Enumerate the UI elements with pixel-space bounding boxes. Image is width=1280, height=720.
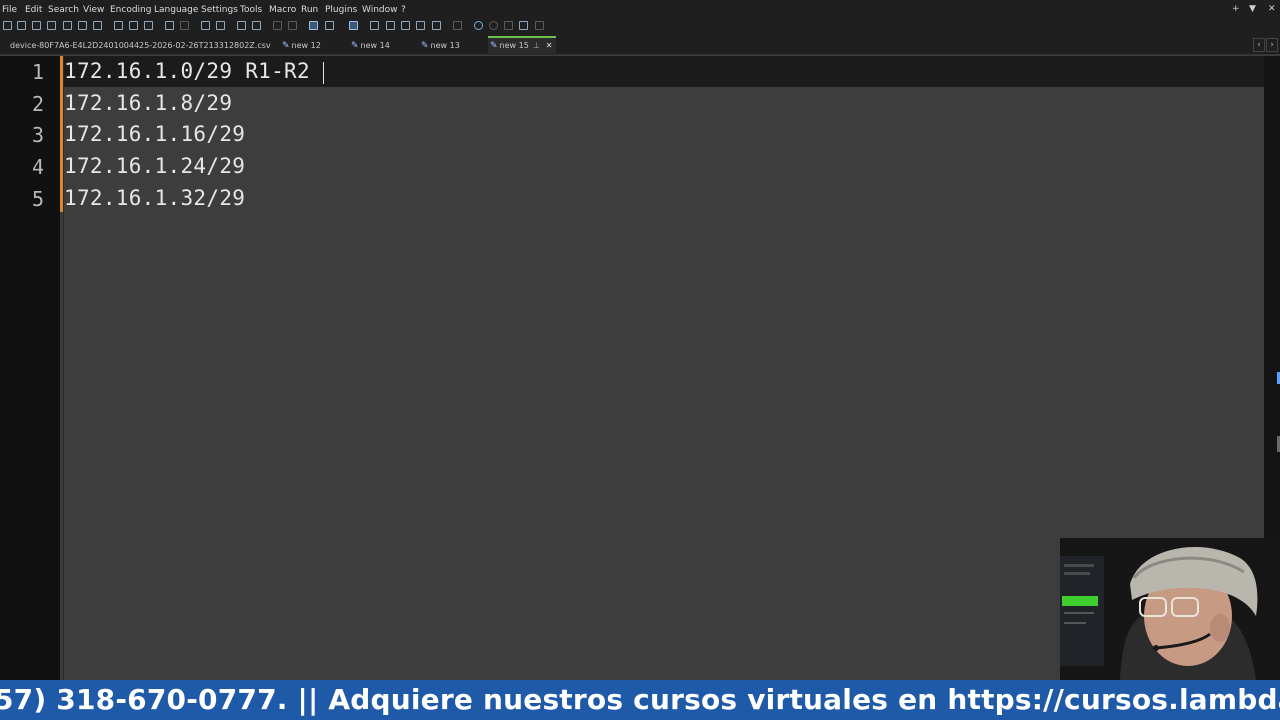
tab-label: new 12 — [291, 41, 321, 50]
menu-help[interactable]: ? — [401, 5, 406, 15]
toolbar — [0, 18, 1280, 36]
line-number: 3 — [31, 123, 44, 147]
copy-icon[interactable] — [129, 21, 138, 30]
close-file-icon[interactable] — [63, 21, 72, 30]
tab-new-12[interactable]: ✎ new 12 — [282, 38, 321, 53]
tab-label: new 13 — [430, 41, 460, 50]
sync-vertical-icon[interactable] — [273, 21, 282, 30]
editor-line[interactable]: 172.16.1.8/29 — [64, 91, 232, 115]
presenter-image — [1060, 538, 1280, 680]
pencil-icon: ✎ — [421, 41, 429, 51]
tab-bar: device-80F7A6-E4L2D2401004425-2026-02-26… — [0, 36, 1280, 55]
function-list-icon[interactable] — [416, 21, 425, 30]
pencil-icon: ✎ — [282, 41, 290, 51]
show-all-characters-icon[interactable] — [325, 21, 334, 30]
editor-line[interactable]: 172.16.1.32/29 — [64, 186, 245, 210]
menu-run[interactable]: Run — [301, 5, 318, 15]
menu-language[interactable]: Language — [154, 5, 198, 15]
editor-line[interactable]: 172.16.1.16/29 — [64, 122, 245, 146]
pencil-icon: ✎ — [351, 41, 359, 51]
replace-icon[interactable] — [216, 21, 225, 30]
menu-search[interactable]: Search — [48, 5, 79, 15]
monitoring-icon[interactable] — [453, 21, 462, 30]
tab-new-13[interactable]: ✎ new 13 — [421, 38, 460, 53]
ticker-text: 57) 318-670-0777. || Adquiere nuestros c… — [0, 683, 1280, 716]
paste-icon[interactable] — [144, 21, 153, 30]
line-number: 1 — [31, 60, 44, 84]
editor-line[interactable]: 172.16.1.24/29 — [64, 154, 245, 178]
play-macro-icon[interactable] — [504, 21, 513, 30]
menu-bar: File Edit Search View Encoding Language … — [0, 0, 1280, 18]
close-window-button[interactable]: ✕ — [1268, 4, 1276, 14]
tab-label: new 15 — [499, 41, 529, 50]
document-list-icon[interactable] — [401, 21, 410, 30]
find-icon[interactable] — [201, 21, 210, 30]
zoom-out-icon[interactable] — [252, 21, 261, 30]
menu-plugins[interactable]: Plugins — [325, 5, 357, 15]
menu-view[interactable]: View — [83, 5, 104, 15]
tab-scroll-left-icon[interactable]: ‹ — [1253, 38, 1265, 52]
open-file-icon[interactable] — [17, 21, 26, 30]
zoom-in-icon[interactable] — [237, 21, 246, 30]
tab-new-14[interactable]: ✎ new 14 — [351, 38, 390, 53]
tab-label: device-80F7A6-E4L2D2401004425-2026-02-26… — [10, 41, 271, 50]
new-window-button[interactable]: + — [1232, 4, 1240, 14]
save-macro-icon[interactable] — [535, 21, 544, 30]
save-all-icon[interactable] — [47, 21, 56, 30]
tab-scroll-right-icon[interactable]: › — [1266, 38, 1278, 52]
new-file-icon[interactable] — [3, 21, 12, 30]
menu-file[interactable]: File — [2, 5, 17, 15]
webcam-overlay — [1060, 538, 1280, 680]
stop-macro-icon[interactable] — [489, 21, 498, 30]
window-list-button[interactable]: ▼ — [1249, 4, 1256, 14]
editor-line[interactable]: 172.16.1.0/29 R1-R2 — [64, 59, 310, 83]
menu-settings[interactable]: Settings — [201, 5, 238, 15]
save-icon[interactable] — [32, 21, 41, 30]
language-markup-icon[interactable] — [370, 21, 379, 30]
pin-icon[interactable]: ⊥ — [533, 41, 540, 50]
close-all-icon[interactable] — [78, 21, 87, 30]
menu-macro[interactable]: Macro — [269, 5, 296, 15]
tab-device-csv[interactable]: device-80F7A6-E4L2D2401004425-2026-02-26… — [10, 38, 271, 53]
menu-edit[interactable]: Edit — [25, 5, 42, 15]
line-number: 2 — [31, 92, 44, 116]
ticker-banner: 57) 318-670-0777. || Adquiere nuestros c… — [0, 680, 1280, 720]
cut-icon[interactable] — [114, 21, 123, 30]
record-macro-icon[interactable] — [474, 21, 483, 30]
tab-new-15[interactable]: ✎ new 15 ⊥ ✕ — [488, 36, 557, 55]
menu-window[interactable]: Window — [362, 5, 398, 15]
text-caret — [323, 62, 324, 84]
line-number: 4 — [31, 155, 44, 179]
undo-icon[interactable] — [165, 21, 174, 30]
menu-encoding[interactable]: Encoding — [110, 5, 151, 15]
word-wrap-icon[interactable] — [309, 21, 318, 30]
print-icon[interactable] — [93, 21, 102, 30]
line-number-gutter: 1 2 3 4 5 — [0, 56, 60, 680]
document-map-icon[interactable] — [386, 21, 395, 30]
redo-icon[interactable] — [180, 21, 189, 30]
folder-workspace-icon[interactable] — [432, 21, 441, 30]
close-icon[interactable]: ✕ — [546, 41, 553, 50]
line-number: 5 — [31, 187, 44, 211]
indent-guide-icon[interactable] — [349, 21, 358, 30]
pencil-icon: ✎ — [490, 41, 498, 51]
run-macro-multiple-icon[interactable] — [519, 21, 528, 30]
sync-horizontal-icon[interactable] — [288, 21, 297, 30]
menu-tools[interactable]: Tools — [240, 5, 262, 15]
tab-label: new 14 — [360, 41, 390, 50]
